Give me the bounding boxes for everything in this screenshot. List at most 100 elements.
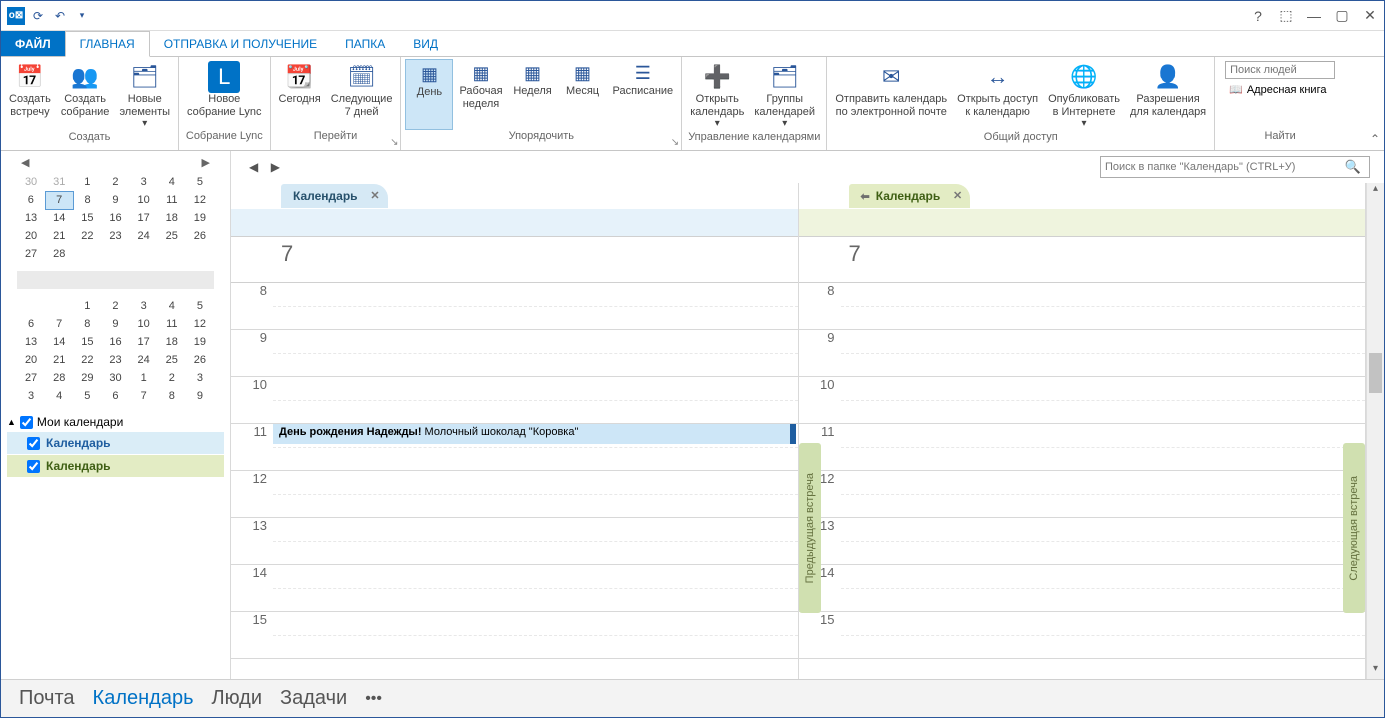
nav-tasks[interactable]: Задачи — [280, 687, 347, 710]
mini-calendar-day[interactable]: 14 — [45, 333, 73, 351]
hour-cell[interactable] — [841, 518, 1366, 564]
close-icon[interactable]: ✕ — [953, 189, 962, 202]
hour-cell[interactable] — [841, 283, 1366, 329]
share-calendar-button[interactable]: ↔Открыть доступ к календарю — [953, 59, 1042, 131]
mini-calendar-day[interactable] — [130, 245, 158, 263]
mini-calendar-2[interactable]: 1234567891011121314151617181920212223242… — [1, 297, 230, 409]
calendar-event[interactable]: День рождения Надежды! Молочный шоколад … — [273, 424, 796, 444]
mini-calendar-1[interactable]: 3031123456789101112131415161718192021222… — [1, 173, 230, 267]
new-appointment-button[interactable]: 📅Создать встречу — [5, 59, 55, 131]
next-appointment-handle[interactable]: Следующая встреча — [1343, 443, 1365, 613]
mini-calendar-day[interactable]: 19 — [186, 209, 214, 227]
calendar-groups-button[interactable]: 🗂Группы календарей▾ — [750, 59, 819, 131]
previous-appointment-handle[interactable]: Предыдущая встреча — [799, 443, 821, 613]
scroll-down-icon[interactable]: ▾ — [1367, 663, 1384, 679]
calendar-item-2[interactable]: Календарь — [7, 455, 224, 477]
hour-row[interactable]: 14 — [231, 565, 798, 612]
mini-calendar-day[interactable]: 11 — [158, 315, 186, 333]
mini-calendar-day[interactable]: 26 — [186, 227, 214, 245]
publish-online-button[interactable]: 🌐Опубликовать в Интернете▾ — [1044, 59, 1124, 131]
merge-back-icon[interactable]: ⬅ — [861, 190, 870, 203]
mini-calendar-day[interactable]: 7 — [45, 191, 73, 209]
mini-calendar-day[interactable]: 10 — [130, 315, 158, 333]
prev-month-icon[interactable]: ◀ — [21, 156, 29, 169]
mini-calendar-day[interactable] — [158, 245, 186, 263]
day-view-button[interactable]: ▦День — [405, 59, 453, 130]
sendreceive-icon[interactable]: ⟳ — [29, 7, 47, 25]
help-icon[interactable]: ? — [1244, 2, 1272, 30]
mini-calendar-day[interactable]: 9 — [101, 315, 129, 333]
hour-row[interactable]: 8 — [799, 283, 1366, 330]
mini-calendar-day[interactable]: 22 — [73, 351, 101, 369]
mini-calendar-day[interactable]: 30 — [17, 173, 45, 191]
mini-calendar-day[interactable]: 31 — [45, 173, 73, 191]
mini-calendar-day[interactable]: 30 — [101, 369, 129, 387]
mini-calendar-day[interactable]: 2 — [101, 173, 129, 191]
hour-cell[interactable] — [841, 330, 1366, 376]
ribbon-options-icon[interactable]: ⬚ — [1272, 2, 1300, 30]
hour-row[interactable]: 13 — [231, 518, 798, 565]
mini-calendar-day[interactable]: 3 — [130, 173, 158, 191]
hour-cell[interactable] — [841, 377, 1366, 423]
vertical-scrollbar[interactable]: ▴ ▾ — [1366, 183, 1384, 679]
hour-cell[interactable] — [841, 565, 1366, 611]
scrollbar-thumb[interactable] — [1369, 353, 1382, 393]
time-grid-2[interactable]: 89101112131415Предыдущая встреча Следующ… — [799, 283, 1366, 679]
hour-row[interactable]: 13 — [799, 518, 1366, 565]
next-month-icon[interactable]: ▶ — [202, 156, 210, 169]
mini-calendar-day[interactable]: 25 — [158, 227, 186, 245]
calendar-group-toggle[interactable]: ▲Мои календари — [7, 413, 224, 431]
mini-calendar-day[interactable]: 12 — [186, 191, 214, 209]
mini-calendar-day[interactable]: 21 — [45, 227, 73, 245]
hour-row[interactable]: 15 — [799, 612, 1366, 659]
hour-cell[interactable] — [273, 518, 798, 564]
calendar-checkbox[interactable] — [27, 437, 40, 450]
hour-cell[interactable] — [841, 471, 1366, 517]
hour-row[interactable]: 9 — [231, 330, 798, 377]
tab-folder[interactable]: ПАПКА — [331, 31, 399, 56]
mini-calendar-day[interactable]: 19 — [186, 333, 214, 351]
open-calendar-button[interactable]: ➕Открыть календарь▾ — [686, 59, 748, 131]
mini-calendar-day[interactable]: 4 — [45, 387, 73, 405]
hour-row[interactable]: 14 — [799, 565, 1366, 612]
mini-calendar-day[interactable] — [45, 297, 73, 315]
mini-calendar-day[interactable]: 28 — [45, 369, 73, 387]
mini-calendar-day[interactable]: 11 — [158, 191, 186, 209]
search-icon[interactable]: 🔍 — [1341, 159, 1365, 175]
mini-calendar-day[interactable] — [186, 245, 214, 263]
mini-calendar-day[interactable]: 17 — [130, 333, 158, 351]
mini-calendar-day[interactable]: 15 — [73, 333, 101, 351]
calendar-tab-2[interactable]: ⬅Календарь✕ — [849, 184, 971, 208]
hour-cell[interactable] — [273, 330, 798, 376]
mini-calendar-day[interactable]: 7 — [45, 315, 73, 333]
mini-calendar-day[interactable]: 8 — [158, 387, 186, 405]
mini-calendar-day[interactable]: 5 — [186, 173, 214, 191]
collapse-ribbon-icon[interactable]: ⌃ — [1370, 132, 1380, 146]
tab-file[interactable]: ФАЙЛ — [1, 31, 65, 56]
hour-cell[interactable] — [841, 612, 1366, 658]
mini-calendar-day[interactable]: 24 — [130, 351, 158, 369]
nav-people[interactable]: Люди — [212, 687, 263, 710]
hour-cell[interactable]: День рождения Надежды! Молочный шоколад … — [273, 424, 798, 470]
mini-calendar-day[interactable]: 6 — [17, 191, 45, 209]
mini-calendar-day[interactable]: 28 — [45, 245, 73, 263]
mini-calendar-day[interactable]: 23 — [101, 351, 129, 369]
time-grid-1[interactable]: 891011День рождения Надежды! Молочный шо… — [231, 283, 798, 679]
new-lync-meeting-button[interactable]: LНовое собрание Lync — [183, 59, 266, 130]
mini-calendar-day[interactable] — [17, 297, 45, 315]
calendar-item-1[interactable]: Календарь — [7, 432, 224, 454]
today-button[interactable]: 📆Сегодня — [275, 59, 325, 130]
tab-sendreceive[interactable]: ОТПРАВКА И ПОЛУЧЕНИЕ — [150, 31, 331, 56]
mini-calendar-day[interactable]: 9 — [101, 191, 129, 209]
mini-calendar-day[interactable]: 18 — [158, 333, 186, 351]
tab-view[interactable]: ВИД — [399, 31, 452, 56]
scroll-up-icon[interactable]: ▴ — [1367, 183, 1384, 199]
mini-calendar-day[interactable]: 8 — [73, 191, 101, 209]
mini-calendar-day[interactable]: 7 — [130, 387, 158, 405]
schedule-view-button[interactable]: ☰Расписание — [609, 59, 678, 130]
mini-calendar-day[interactable]: 9 — [186, 387, 214, 405]
hour-row[interactable]: 11День рождения Надежды! Молочный шокола… — [231, 424, 798, 471]
hour-row[interactable]: 15 — [231, 612, 798, 659]
mini-calendar-day[interactable]: 1 — [130, 369, 158, 387]
mini-calendar-day[interactable]: 8 — [73, 315, 101, 333]
